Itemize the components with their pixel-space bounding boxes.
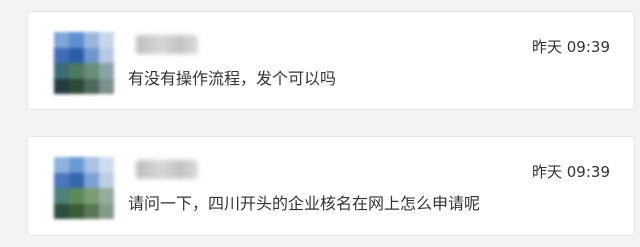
avatar-pixel	[69, 203, 84, 219]
avatar-pixel	[99, 172, 114, 188]
avatar-pixel	[54, 78, 69, 94]
avatar-pixel	[84, 157, 99, 173]
avatar-pixel	[84, 203, 99, 219]
avatar-pixel	[99, 47, 114, 63]
avatar-pixel	[84, 78, 99, 94]
avatar-pixel	[99, 78, 114, 94]
avatar-pixel	[69, 63, 84, 79]
avatar-pixel	[84, 188, 99, 204]
message-card[interactable]: 昨天 09:39 有没有操作流程，发个可以吗	[27, 11, 635, 110]
message-text: 请问一下，四川开头的企业核名在网上怎么申请呢	[128, 194, 481, 213]
avatar-pixel	[99, 188, 114, 204]
avatar-pixel	[69, 157, 84, 173]
avatar-pixel	[99, 203, 114, 219]
avatar-pixel	[69, 78, 84, 94]
avatar-pixel	[99, 32, 114, 48]
avatar-pixel	[84, 47, 99, 63]
avatar[interactable]	[54, 32, 114, 94]
avatar-pixel	[69, 47, 84, 63]
avatar-pixel	[69, 32, 84, 48]
message-card[interactable]: 昨天 09:39 请问一下，四川开头的企业核名在网上怎么申请呢	[27, 136, 635, 236]
avatar-pixel	[54, 47, 69, 63]
avatar-pixel	[69, 188, 84, 204]
avatar-pixel	[54, 32, 69, 48]
avatar[interactable]	[54, 157, 114, 219]
avatar-pixel	[84, 32, 99, 48]
avatar-pixel	[54, 63, 69, 79]
avatar-pixel	[84, 63, 99, 79]
username-blurred	[136, 35, 198, 54]
avatar-pixel	[54, 203, 69, 219]
avatar-pixel	[54, 188, 69, 204]
username-blurred	[136, 160, 198, 179]
avatar-pixel	[69, 172, 84, 188]
avatar-pixel	[54, 172, 69, 188]
avatar-pixel	[54, 157, 69, 173]
message-time: 昨天 09:39	[532, 38, 610, 56]
avatar-pixel	[99, 63, 114, 79]
avatar-pixel	[99, 157, 114, 173]
avatar-pixel	[84, 172, 99, 188]
message-time: 昨天 09:39	[532, 163, 610, 181]
message-text: 有没有操作流程，发个可以吗	[128, 69, 337, 88]
